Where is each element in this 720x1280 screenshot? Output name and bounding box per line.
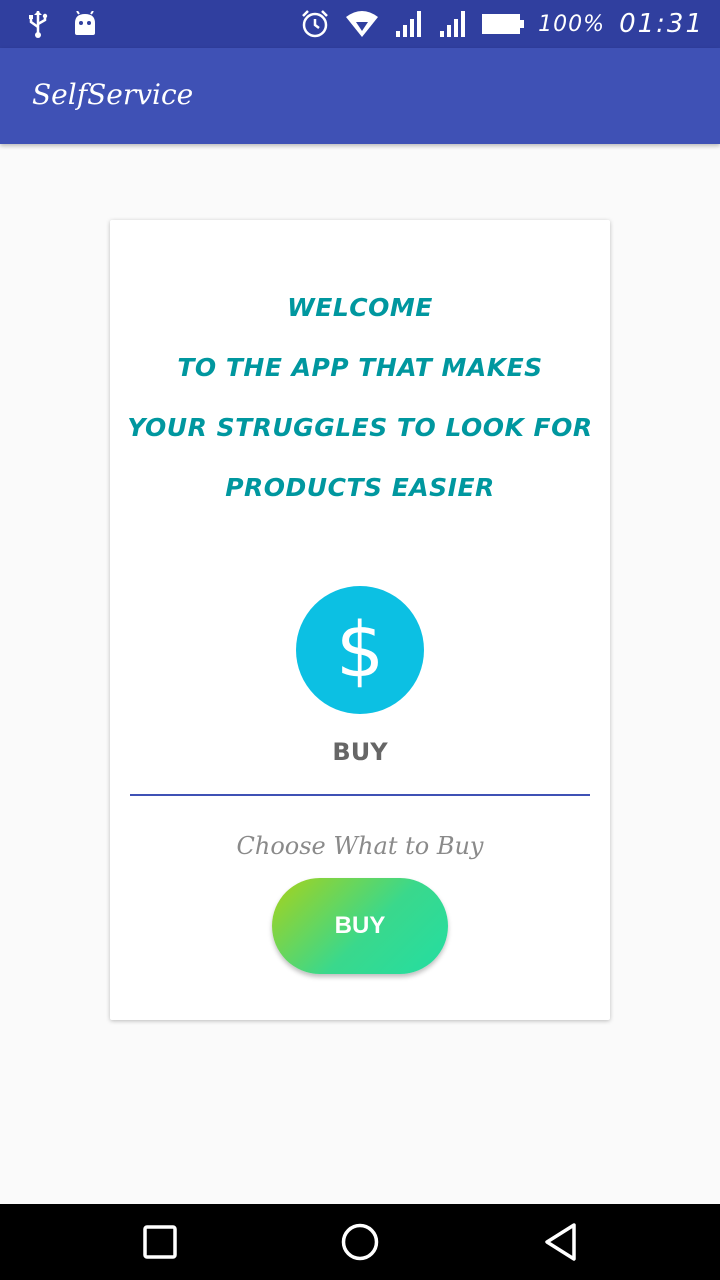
dollar-icon[interactable]: $ [296, 586, 424, 714]
dollar-symbol: $ [335, 605, 385, 694]
alarm-icon [300, 9, 330, 39]
divider [130, 794, 590, 796]
app-bar: SelfService [0, 48, 720, 144]
battery-percent: 100% [538, 11, 606, 37]
welcome-line: PRODUCTS EASIER [225, 473, 495, 502]
welcome-line: YOUR STRUGGLES TO LOOK FOR [127, 413, 593, 442]
buy-button[interactable]: BUY [272, 878, 448, 974]
welcome-line: WELCOME [287, 293, 433, 322]
usb-icon [26, 9, 50, 39]
signal-icon [438, 9, 468, 39]
back-icon[interactable] [540, 1222, 580, 1262]
recents-icon[interactable] [140, 1222, 180, 1262]
navigation-bar [0, 1204, 720, 1280]
status-bar: 100% 01:31 [0, 0, 720, 48]
welcome-line: TO THE APP THAT MAKES [177, 353, 543, 382]
choose-hint: Choose What to Buy [236, 832, 484, 860]
buy-label: BUY [332, 738, 388, 766]
signal-icon [394, 9, 424, 39]
wifi-icon [344, 9, 380, 39]
battery-icon [482, 13, 525, 35]
app-title: SelfService [32, 78, 194, 111]
android-icon [72, 11, 98, 37]
welcome-card: WELCOME TO THE APP THAT MAKES YOUR STRUG… [110, 220, 610, 1020]
welcome-message: WELCOME TO THE APP THAT MAKES YOUR STRUG… [110, 288, 610, 528]
home-icon[interactable] [340, 1222, 380, 1262]
clock: 01:31 [619, 9, 704, 39]
